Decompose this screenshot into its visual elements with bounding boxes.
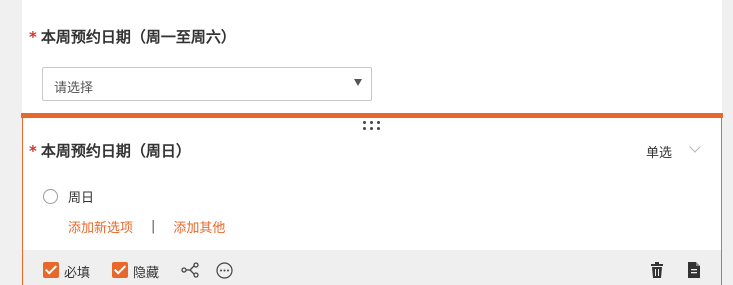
radio-button[interactable] (43, 189, 58, 204)
hidden-checkbox[interactable] (112, 262, 128, 278)
required-mark: * (29, 28, 37, 46)
add-other-link[interactable]: 添加其他 (173, 217, 225, 236)
select-value: 请选择 (54, 81, 94, 96)
separator: | (151, 219, 156, 234)
required-mark: * (29, 142, 37, 160)
question-card-weekday[interactable]: * 本周预约日期（周一至周六） 请选择 (22, 0, 722, 113)
drag-handle-icon[interactable] (363, 121, 383, 131)
logic-icon[interactable] (181, 262, 199, 278)
add-option-link[interactable]: 添加新选项 (68, 217, 133, 236)
form-editor-canvas: * 本周预约日期（周一至周六） 请选择 * 本周预约日期（周日） 单选 周日 添加新… (0, 0, 733, 285)
question-title[interactable]: * 本周预约日期（周日） (29, 140, 191, 161)
question-card-sunday[interactable]: * 本周预约日期（周日） 单选 周日 添加新选项 | 添加其他 必填 隐藏 (22, 113, 722, 285)
caret-down-icon (354, 79, 362, 86)
question-toolbar: 必填 隐藏 (23, 250, 721, 285)
question-title: * 本周预约日期（周一至周六） (29, 26, 236, 47)
option-actions: 添加新选项 | 添加其他 (68, 217, 225, 236)
required-label[interactable]: 必填 (64, 262, 90, 281)
copy-icon[interactable] (688, 262, 701, 278)
question-type-label[interactable]: 单选 (646, 142, 672, 161)
option-label[interactable]: 周日 (68, 187, 94, 206)
option-item[interactable]: 周日 (43, 187, 94, 206)
active-indicator-bar (21, 113, 723, 118)
date-select-dropdown[interactable]: 请选择 (42, 67, 372, 101)
hidden-label[interactable]: 隐藏 (133, 262, 159, 281)
question-title-text: 本周预约日期（周日） (40, 142, 191, 160)
chevron-down-icon[interactable] (689, 141, 701, 153)
question-title-text: 本周预约日期（周一至周六） (40, 28, 236, 46)
delete-icon[interactable] (650, 262, 664, 278)
required-checkbox[interactable] (43, 262, 59, 278)
more-icon[interactable] (216, 262, 233, 279)
